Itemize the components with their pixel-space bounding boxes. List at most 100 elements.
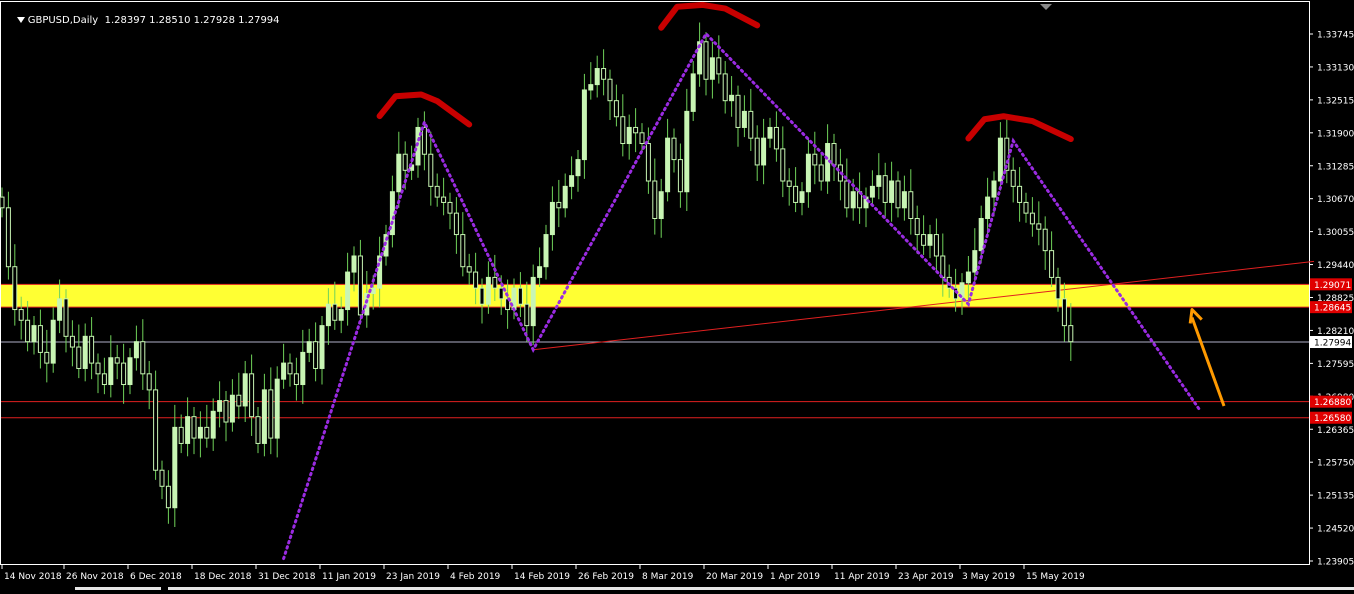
bear-candle-body (402, 153, 408, 171)
bear-candle-body (498, 287, 504, 300)
y-tick-label: 1.30055 (1317, 228, 1354, 238)
x-tick-label: 8 Mar 2019 (642, 572, 694, 582)
bull-candle-body (537, 266, 543, 278)
bear-candle-body (479, 287, 485, 305)
bear-candle-body (639, 132, 645, 145)
bull-candle-body (927, 234, 933, 246)
x-tick-label: 11 Jan 2019 (322, 572, 376, 582)
bear-candle-body (146, 373, 152, 391)
bear-candle-body (69, 335, 75, 348)
bear-candle-body (165, 485, 171, 509)
bear-candle-body (601, 68, 607, 80)
chart-header: GBPUSD,Daily 1.28397 1.28510 1.27928 1.2… (4, 4, 280, 37)
bull-candle-body (197, 426, 203, 439)
bull-candle-body (805, 153, 811, 193)
bull-candle-body (562, 185, 568, 209)
x-tick-label: 26 Feb 2019 (578, 572, 634, 582)
bear-candle-body (703, 41, 709, 80)
y-tick-label: 1.30670 (1317, 195, 1354, 205)
chart-canvas[interactable]: 1.33745 1.33130 1.32515 1.31900 1.31285 1.306… (0, 0, 1354, 590)
bull-candle-body (901, 191, 907, 209)
bull-candle-body (581, 89, 587, 161)
bear-candle-body (908, 191, 914, 220)
bear-candle-body (722, 73, 728, 102)
bull-candle-body (978, 218, 984, 252)
bull-candle-body (588, 84, 594, 91)
ohlc-values: 1.28397 1.28510 1.27928 1.27994 (104, 15, 280, 26)
bear-candle-body (114, 357, 120, 364)
chart-window[interactable]: 1.33745 1.33130 1.32515 1.31900 1.31285 1.306… (0, 0, 1354, 590)
x-tick-label: 20 Mar 2019 (706, 572, 763, 582)
bear-candle-body (1061, 298, 1067, 327)
bull-candle-body (31, 325, 37, 343)
bull-candle-body (543, 234, 549, 268)
y-tick-label: 1.24520 (1317, 525, 1354, 535)
support-zone (1, 284, 1309, 308)
bear-candle-body (716, 57, 722, 75)
bear-candle-body (645, 143, 651, 182)
bear-candle-body (428, 153, 434, 187)
symbol-timeframe: GBPUSD,Daily (27, 15, 99, 26)
bull-candle-body (50, 319, 56, 364)
bull-candle-body (972, 250, 978, 273)
bull-candle-body (530, 276, 536, 327)
bear-candle-body (473, 271, 479, 289)
y-tick-label: 1.29440 (1317, 261, 1354, 271)
y-tick-label: 1.33745 (1317, 31, 1354, 41)
bear-candle-body (89, 335, 95, 364)
bear-candle-body (287, 362, 293, 375)
bull-candle-body (396, 153, 402, 193)
bear-candle-body (773, 126, 779, 150)
x-tick-label: 31 Dec 2018 (258, 572, 316, 582)
y-tick-label: 1.23905 (1317, 558, 1354, 568)
y-tick-label: 1.31900 (1317, 129, 1354, 139)
y-tick-label: 1.25135 (1317, 492, 1354, 502)
bull-candle-body (799, 191, 805, 203)
bear-candle-body (517, 287, 523, 305)
bear-candle-body (466, 266, 472, 273)
bear-candle-body (671, 137, 677, 161)
bear-candle-body (844, 180, 850, 209)
bull-candle-body (300, 351, 306, 386)
bull-candle-body (626, 126, 632, 145)
level-price-tag: 1.28645 (1314, 304, 1351, 314)
bear-candle-body (18, 309, 24, 321)
bear-candle-body (1023, 201, 1029, 214)
bear-candle-body (1042, 228, 1048, 252)
x-tick-label: 23 Apr 2019 (898, 572, 954, 582)
bull-candle-body (569, 175, 575, 187)
y-tick-label: 1.26365 (1317, 426, 1354, 436)
current-price-tag: 1.27994 (1314, 339, 1351, 349)
bear-candle-body (933, 234, 939, 257)
bear-candle-body (0, 196, 5, 209)
bull-candle-body (172, 426, 178, 509)
bear-candle-body (5, 207, 11, 268)
bull-candle-body (665, 137, 671, 193)
y-tick-label: 1.32515 (1317, 96, 1354, 106)
bear-candle-body (76, 346, 82, 369)
bull-candle-body (325, 303, 331, 327)
bear-candle-body (153, 389, 159, 471)
bear-candle-body (421, 126, 427, 155)
bear-candle-body (1055, 276, 1061, 300)
bear-candle-body (818, 164, 824, 182)
bear-candle-body (613, 100, 619, 118)
bull-candle-body (876, 175, 882, 187)
bull-candle-body (57, 298, 63, 321)
x-tick-label: 18 Dec 2018 (194, 572, 252, 582)
bear-candle-body (204, 426, 210, 439)
bull-candle-body (210, 410, 216, 439)
bull-candle-body (690, 73, 696, 112)
bear-candle-body (914, 218, 920, 236)
bear-candle-body (44, 351, 50, 364)
bull-candle-body (549, 201, 555, 236)
bear-candle-body (434, 185, 440, 198)
y-tick-label: 1.31285 (1317, 162, 1354, 172)
bull-candle-body (82, 335, 88, 369)
x-tick-label: 15 May 2019 (1026, 572, 1085, 582)
bull-candle-body (767, 126, 773, 139)
symbol-menu-icon[interactable] (16, 17, 25, 23)
x-tick-label: 4 Feb 2019 (450, 572, 501, 582)
bear-candle-body (607, 78, 613, 102)
bear-candle-body (191, 416, 197, 439)
